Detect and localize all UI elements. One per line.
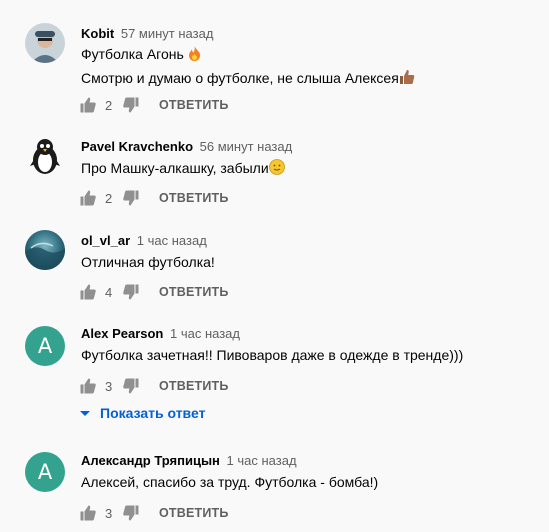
comment-text: Отличная футболка! xyxy=(81,251,215,273)
thumbs-down-icon[interactable] xyxy=(123,97,139,113)
like-count: 2 xyxy=(105,190,113,206)
avatar[interactable]: A xyxy=(25,326,65,366)
comment-actions: 4 ОТВЕТИТЬ xyxy=(80,282,229,302)
author-name[interactable]: ol_vl_ar xyxy=(81,233,130,248)
author-name[interactable]: Kobit xyxy=(81,26,114,41)
comment-actions: 3 ОТВЕТИТЬ xyxy=(80,503,229,523)
timestamp[interactable]: 1 час назад xyxy=(137,233,207,248)
timestamp[interactable]: 1 час назад xyxy=(227,453,297,468)
like-count: 3 xyxy=(105,505,113,521)
comment-text: Алексей, спасибо за труд. Футболка - бом… xyxy=(81,471,378,493)
like-count: 4 xyxy=(105,284,113,300)
comment-line: Смотрю и думаю о футболке, не слыша Алек… xyxy=(81,70,399,86)
thumbs-up-icon[interactable] xyxy=(80,378,96,394)
comment-text: Футболка зачетная!! Пивоваров даже в оде… xyxy=(81,344,463,366)
timestamp[interactable]: 56 минут назад xyxy=(200,139,293,154)
comment-actions: 2 ОТВЕТИТЬ xyxy=(80,188,229,208)
timestamp[interactable]: 57 минут назад xyxy=(121,26,214,41)
reply-button[interactable]: ОТВЕТИТЬ xyxy=(159,506,229,520)
show-replies-button[interactable]: Показать ответ xyxy=(80,405,205,421)
comment-actions: 2 ОТВЕТИТЬ xyxy=(80,95,229,115)
thumbs-up-icon[interactable] xyxy=(80,284,96,300)
show-replies-label: Показать ответ xyxy=(100,405,206,421)
reply-button[interactable]: ОТВЕТИТЬ xyxy=(159,191,229,205)
comment-line: Про Машку-алкашку, забыли xyxy=(81,160,269,176)
comment-header: Alex Pearson 1 час назад xyxy=(81,326,240,341)
avatar[interactable]: A xyxy=(25,452,65,492)
avatar[interactable] xyxy=(25,136,65,176)
comment-text: Про Машку-алкашку, забыли xyxy=(81,157,285,181)
smile-emoji-icon xyxy=(268,159,285,181)
comment-line: Футболка зачетная!! Пивоваров даже в оде… xyxy=(81,347,464,363)
like-count: 3 xyxy=(105,378,113,394)
comment-text: Футболка Агонь Смотрю и думаю о футболке… xyxy=(81,43,415,91)
thumbs-down-icon[interactable] xyxy=(123,505,139,521)
avatar[interactable] xyxy=(25,23,65,63)
thumbs-down-icon[interactable] xyxy=(123,284,139,300)
thumbs-down-icon[interactable] xyxy=(123,190,139,206)
comment-header: ol_vl_ar 1 час назад xyxy=(81,233,207,248)
comment-header: Александр Тряпицын 1 час назад xyxy=(81,453,297,468)
comment-line: Алексей, спасибо за труд. Футболка - бом… xyxy=(81,474,379,490)
comment-line: Футболка Агонь xyxy=(81,46,188,62)
comment-header: Kobit 57 минут назад xyxy=(81,26,213,41)
author-name[interactable]: Александр Тряпицын xyxy=(81,453,220,468)
comment-header: Pavel Kravchenko 56 минут назад xyxy=(81,139,292,154)
thumbs-up-icon[interactable] xyxy=(80,190,96,206)
comment-line: Отличная футболка! xyxy=(81,254,215,270)
comment-actions: 3 ОТВЕТИТЬ xyxy=(80,376,229,396)
thumbs-up-icon[interactable] xyxy=(80,505,96,521)
reply-button[interactable]: ОТВЕТИТЬ xyxy=(159,285,229,299)
reply-button[interactable]: ОТВЕТИТЬ xyxy=(159,98,229,112)
caret-down-icon xyxy=(80,410,90,416)
author-name[interactable]: Pavel Kravchenko xyxy=(81,139,193,154)
like-count: 2 xyxy=(105,97,113,113)
timestamp[interactable]: 1 час назад xyxy=(170,326,240,341)
avatar[interactable] xyxy=(25,230,65,270)
fire-emoji-icon xyxy=(188,45,201,67)
thumbs-up-icon[interactable] xyxy=(80,97,96,113)
thumbs-up-emoji-icon xyxy=(399,69,415,91)
reply-button[interactable]: ОТВЕТИТЬ xyxy=(159,379,229,393)
thumbs-down-icon[interactable] xyxy=(123,378,139,394)
author-name[interactable]: Alex Pearson xyxy=(81,326,163,341)
